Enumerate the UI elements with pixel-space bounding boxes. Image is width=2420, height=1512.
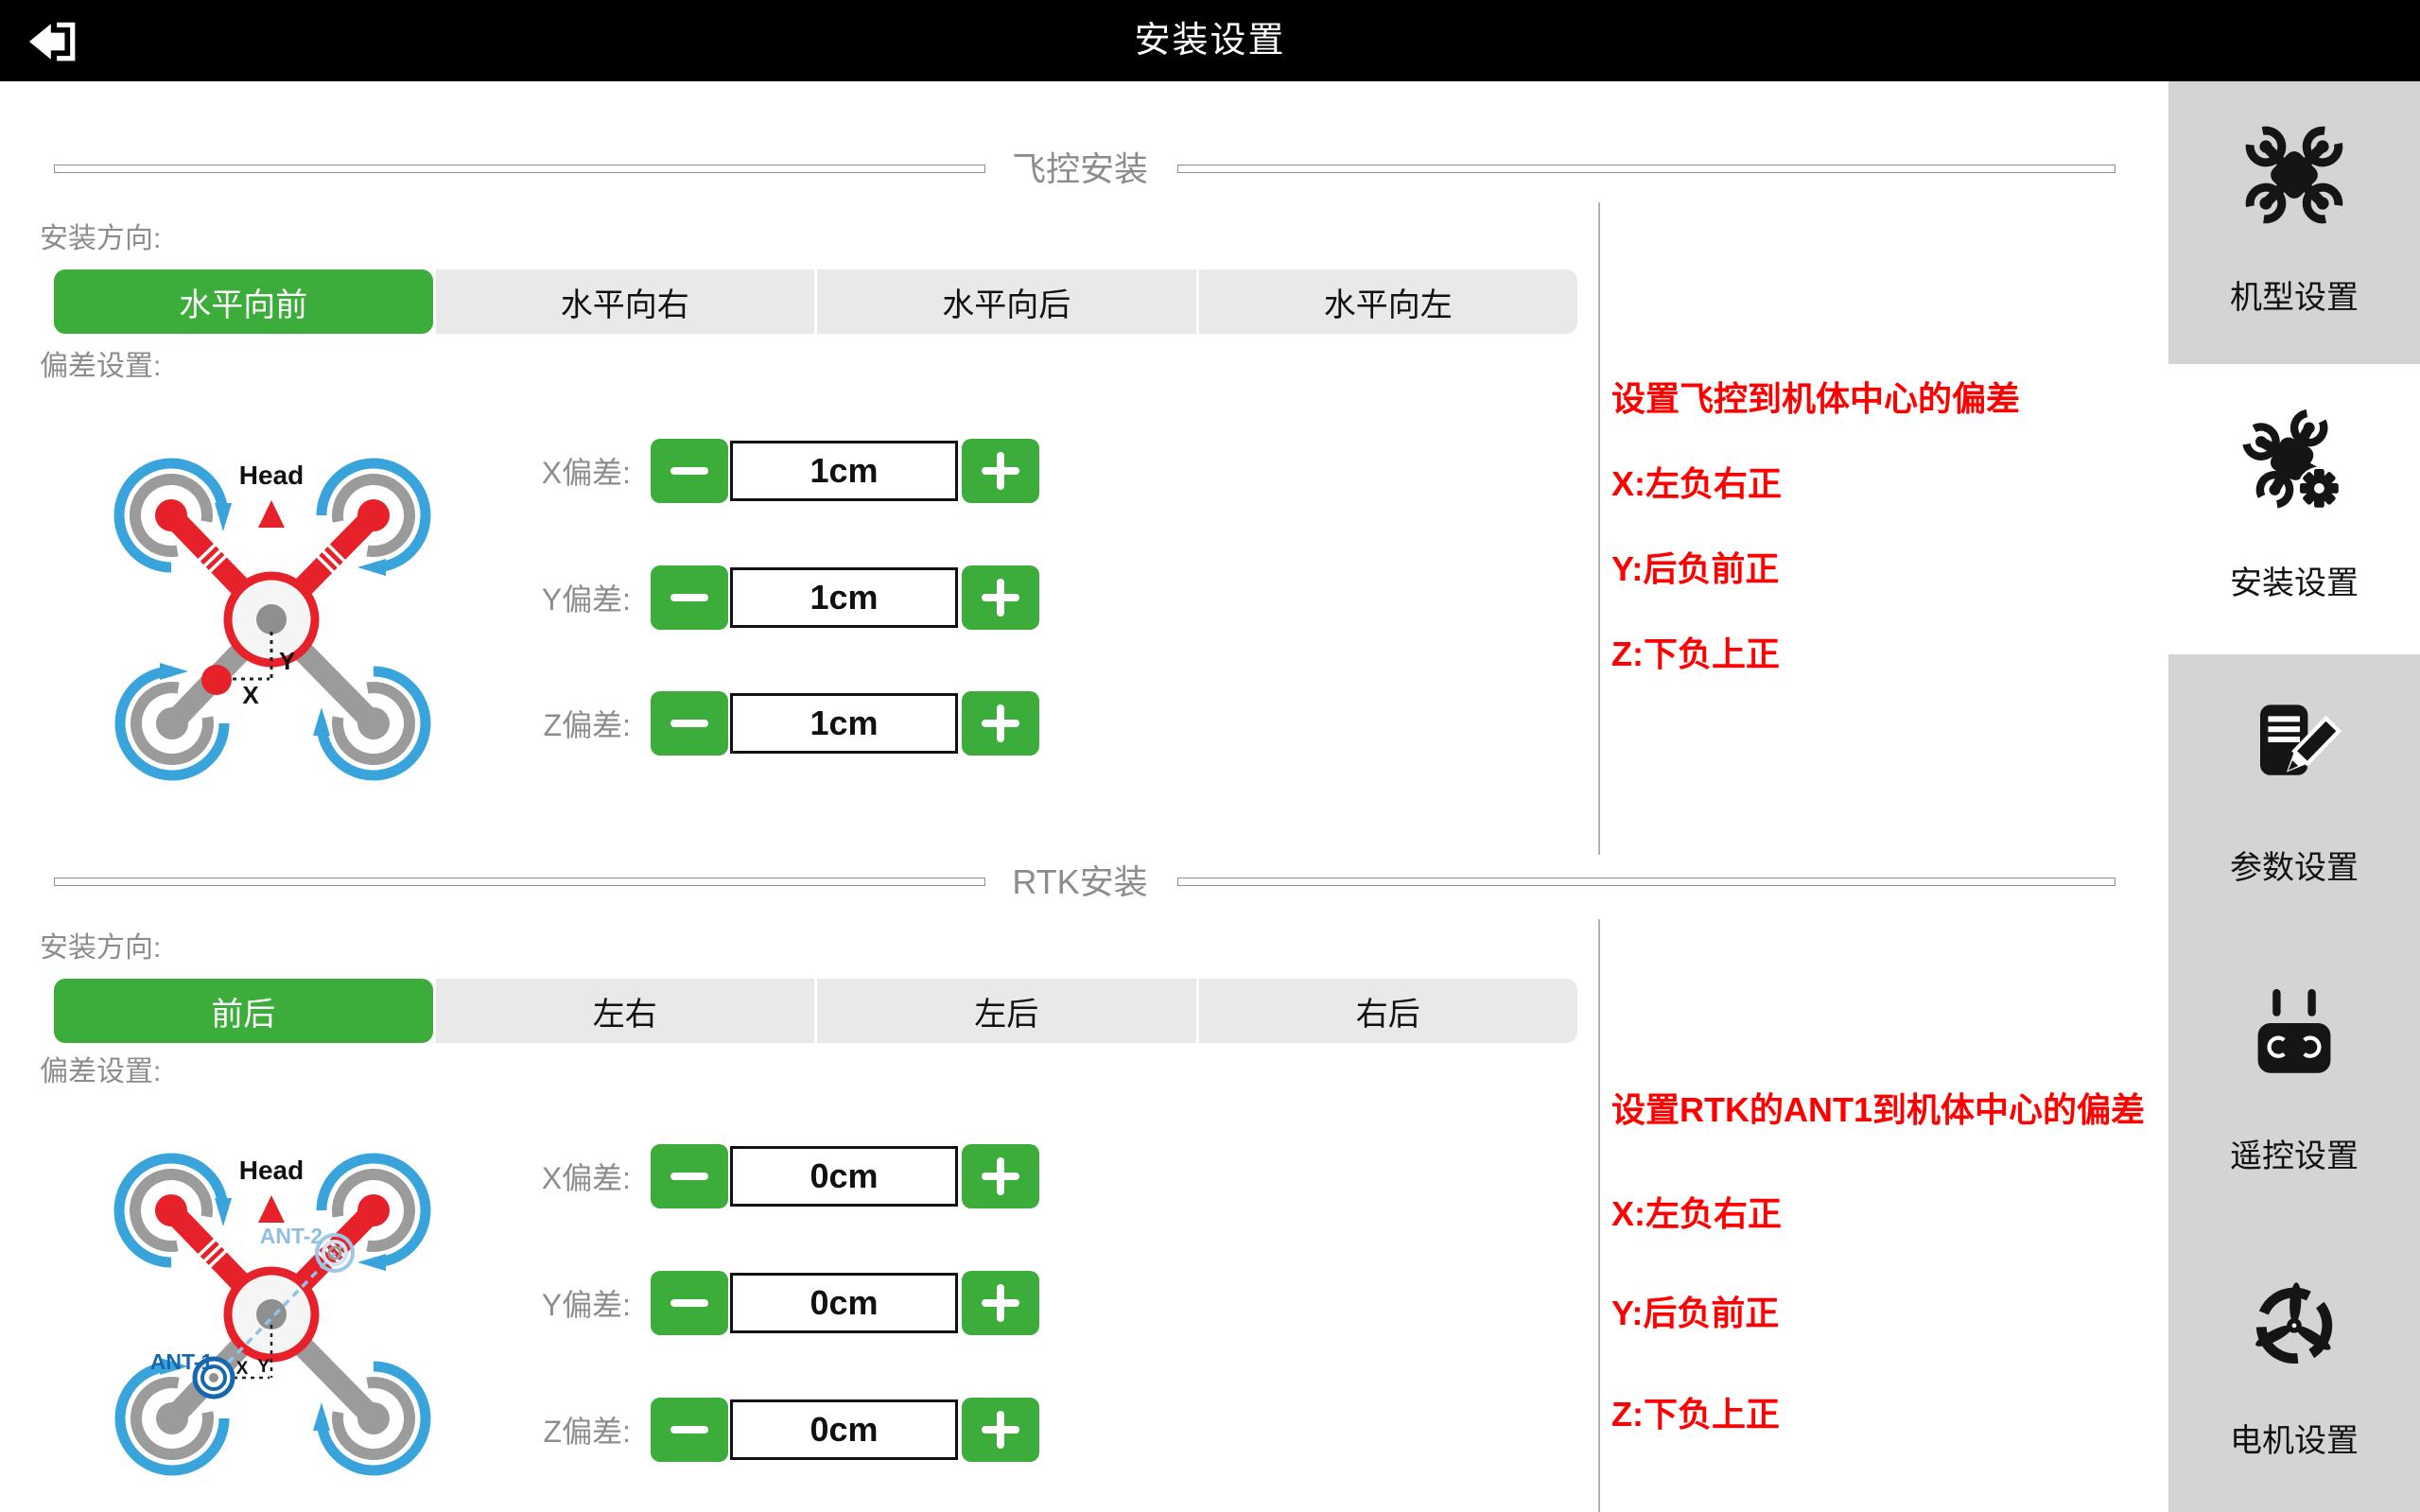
fc-note-1: 设置飞控到机体中心的偏差 — [1611, 378, 2020, 420]
fc-x-plus-button[interactable] — [962, 439, 1039, 503]
rtk-z-minus-button[interactable] — [651, 1398, 728, 1462]
rtk-direction-label: 安装方向: — [40, 930, 161, 967]
fc-divider-right — [1177, 165, 2115, 173]
minus-icon — [670, 1173, 708, 1180]
rtk-note-3: Y:后负前正 — [1611, 1293, 1779, 1334]
fc-x-axis-label: X — [242, 681, 259, 709]
fc-z-offset-row: Z偏差: 1cm — [397, 691, 1039, 756]
rtk-divider-vertical — [1598, 919, 1600, 1512]
fc-x-offset-value[interactable]: 1cm — [730, 441, 958, 501]
minus-icon — [670, 467, 708, 475]
rtk-y-plus-button[interactable] — [962, 1271, 1039, 1335]
rtk-z-offset-value[interactable]: 0cm — [730, 1399, 958, 1460]
rtk-direction-left-right[interactable]: 左右 — [436, 979, 815, 1043]
fc-direction-back[interactable]: 水平向后 — [817, 269, 1196, 334]
rtk-x-minus-button[interactable] — [651, 1144, 728, 1208]
ant1-label: ANT-1 — [150, 1349, 214, 1374]
fc-z-plus-button[interactable] — [962, 691, 1039, 756]
rtk-head-label: Head — [239, 1156, 304, 1185]
fc-x-offset-label: X偏差: — [397, 449, 651, 493]
minus-icon — [670, 1299, 708, 1307]
rtk-x-offset-row: X偏差: 0cm — [397, 1144, 1039, 1208]
rtk-note-4: Z:下负上正 — [1611, 1394, 1780, 1435]
sidebar-item-airframe[interactable]: 机型设置 — [2168, 81, 2420, 364]
rtk-z-plus-button[interactable] — [962, 1398, 1039, 1462]
rtk-direction-right-back[interactable]: 右后 — [1199, 979, 1578, 1043]
rtk-direction-front-back[interactable]: 前后 — [54, 979, 433, 1043]
fc-x-offset-row: X偏差: 1cm — [397, 439, 1039, 503]
rtk-y-minus-button[interactable] — [651, 1271, 728, 1335]
sidebar-item-label: 遥控设置 — [2168, 1137, 2420, 1176]
minus-icon — [670, 594, 708, 601]
fc-divider-left — [54, 165, 985, 173]
fc-y-plus-button[interactable] — [962, 565, 1039, 630]
propeller-icon — [2237, 1264, 2351, 1378]
rtk-x-axis-label: X — [236, 1359, 249, 1379]
page-title: 安装设置 — [0, 0, 2420, 81]
sidebar-item-label: 参数设置 — [2168, 848, 2420, 888]
sidebar-item-label: 电机设置 — [2168, 1421, 2420, 1461]
rtk-z-offset-row: Z偏差: 0cm — [397, 1398, 1039, 1462]
rtk-note-1: 设置RTK的ANT1到机体中心的偏差 — [1611, 1089, 2145, 1131]
fc-z-offset-label: Z偏差: — [397, 702, 651, 745]
fc-direction-forward[interactable]: 水平向前 — [54, 269, 433, 334]
rtk-x-plus-button[interactable] — [962, 1144, 1039, 1208]
drone-frame-icon — [2237, 118, 2351, 232]
fc-note-4: Z:下负上正 — [1611, 634, 1780, 675]
gear-icon — [2298, 467, 2342, 511]
rtk-y-offset-value[interactable]: 0cm — [730, 1273, 958, 1333]
fc-y-offset-label: Y偏差: — [397, 576, 651, 619]
fc-note-2: X:左负右正 — [1611, 463, 1782, 505]
fc-y-offset-value[interactable]: 1cm — [730, 567, 958, 628]
fc-direction-label: 安装方向: — [40, 220, 161, 258]
minus-icon — [670, 720, 708, 727]
sidebar-item-label: 机型设置 — [2168, 278, 2420, 318]
fc-direction-group: 水平向前 水平向右 水平向后 水平向左 — [54, 269, 1577, 334]
rtk-z-offset-label: Z偏差: — [397, 1408, 651, 1451]
rtk-divider-right — [1177, 878, 2115, 886]
document-pencil-icon — [2237, 691, 2351, 805]
fc-direction-right[interactable]: 水平向右 — [436, 269, 815, 334]
sidebar-item-parameters[interactable]: 参数设置 — [2168, 654, 2420, 941]
drone-gear-icon — [2237, 407, 2351, 520]
rtk-note-2: X:左负右正 — [1611, 1193, 1782, 1235]
minus-icon — [670, 1426, 708, 1434]
rtk-x-offset-label: X偏差: — [397, 1155, 651, 1198]
fc-y-offset-row: Y偏差: 1cm — [397, 565, 1039, 630]
fc-x-minus-button[interactable] — [651, 439, 728, 503]
fc-divider-vertical — [1598, 202, 1600, 855]
fc-z-offset-value[interactable]: 1cm — [730, 693, 958, 754]
rtk-section-title: RTK安装 — [995, 859, 1164, 906]
rtk-divider-left — [54, 878, 985, 886]
rtk-direction-group: 前后 左右 左后 右后 — [54, 979, 1577, 1043]
rtk-y-axis-label: Y — [257, 1357, 270, 1377]
fc-offset-point — [201, 665, 232, 695]
rtk-y-offset-row: Y偏差: 0cm — [397, 1271, 1039, 1335]
fc-y-axis-label: Y — [279, 647, 295, 675]
sidebar-item-remote[interactable]: 遥控设置 — [2168, 941, 2420, 1226]
sidebar-item-installation[interactable]: 安装设置 — [2168, 364, 2420, 654]
ant2-label: ANT-2 — [260, 1224, 322, 1248]
rtk-direction-left-back[interactable]: 左后 — [817, 979, 1196, 1043]
sidebar-item-motor[interactable]: 电机设置 — [2168, 1226, 2420, 1512]
fc-y-minus-button[interactable] — [651, 565, 728, 630]
rtk-offset-label: 偏差设置: — [40, 1053, 161, 1091]
title-bar: 安装设置 — [0, 0, 2420, 81]
sidebar-item-label: 安装设置 — [2168, 564, 2420, 603]
rtk-y-offset-label: Y偏差: — [397, 1281, 651, 1325]
remote-controller-icon — [2237, 978, 2351, 1091]
fc-offset-label: 偏差设置: — [40, 348, 161, 386]
fc-z-minus-button[interactable] — [651, 691, 728, 756]
fc-direction-left[interactable]: 水平向左 — [1199, 269, 1578, 334]
fc-section-title: 飞控安装 — [995, 146, 1165, 193]
fc-head-label: Head — [239, 461, 304, 490]
fc-note-3: Y:后负前正 — [1611, 548, 1779, 590]
rtk-x-offset-value[interactable]: 0cm — [730, 1146, 958, 1207]
